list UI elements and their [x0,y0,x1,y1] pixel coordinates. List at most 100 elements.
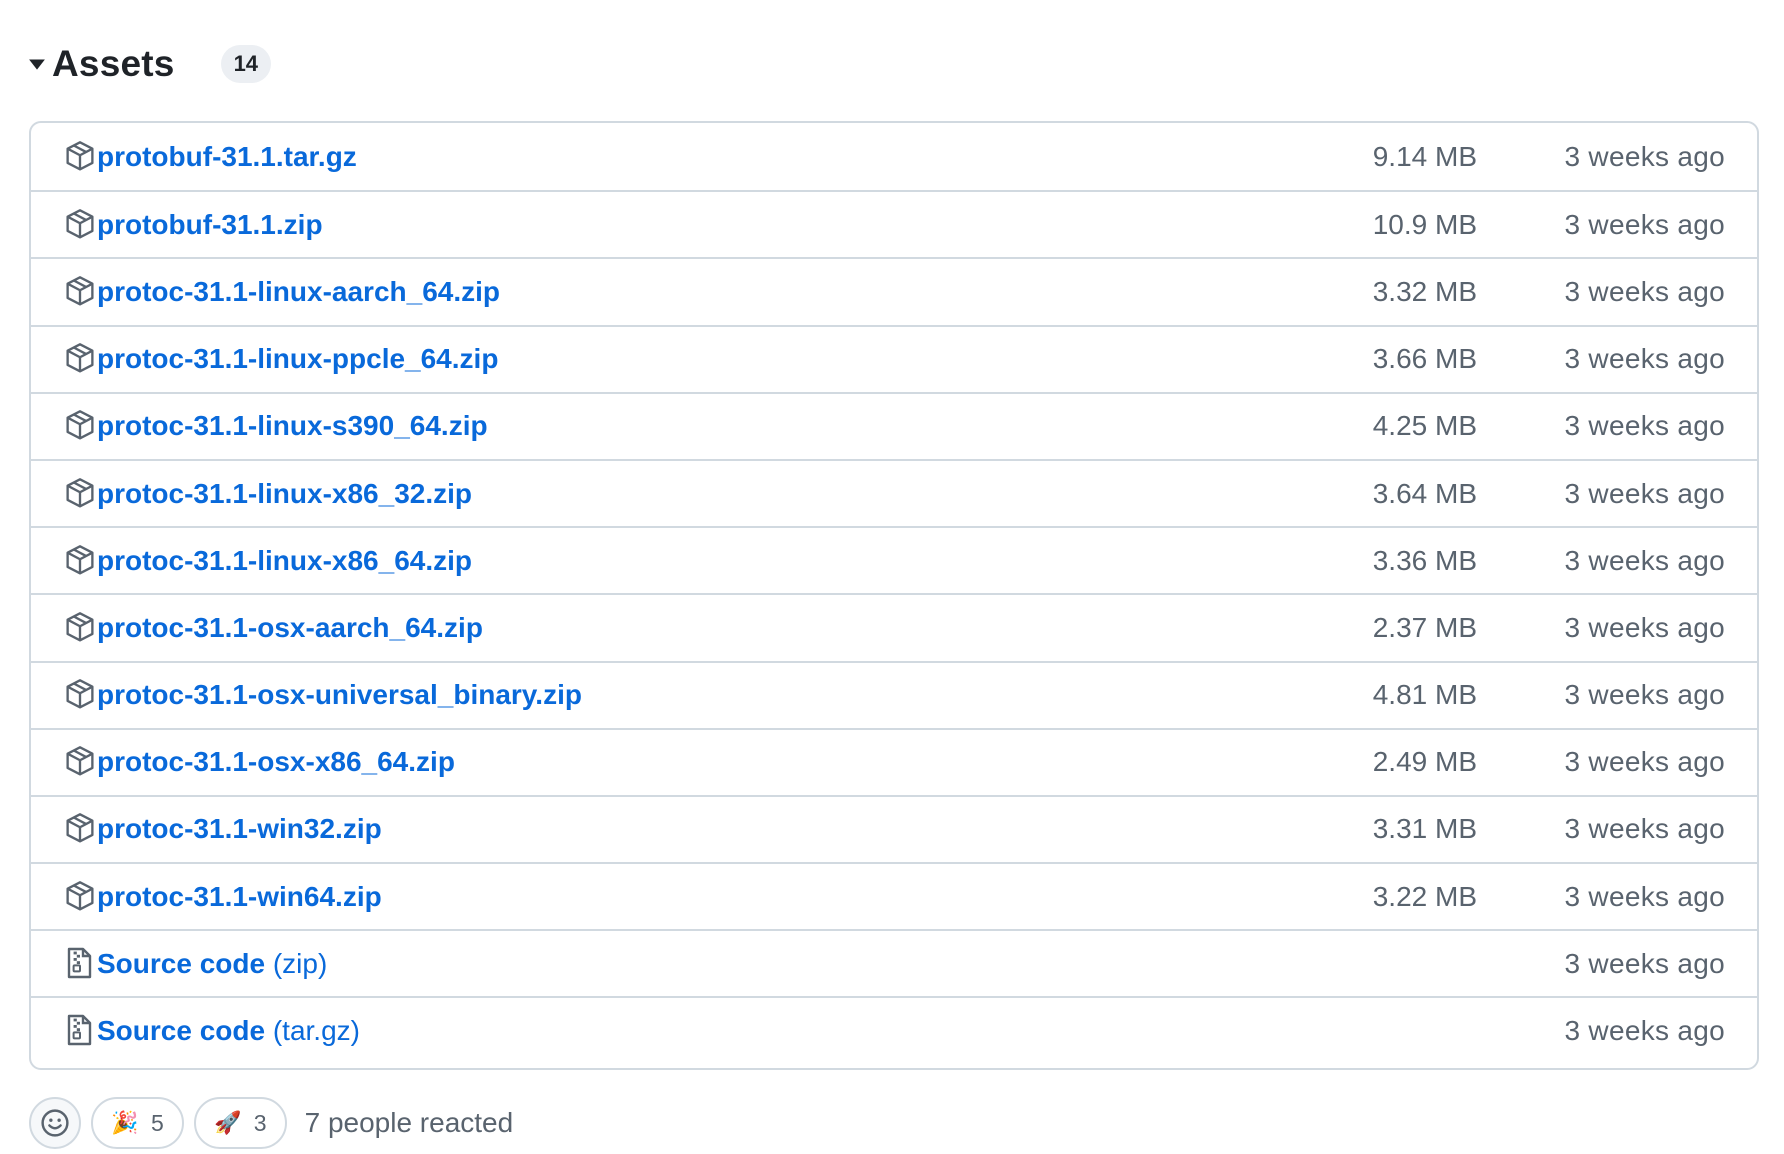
asset-download-link[interactable]: protoc-31.1-linux-aarch_64.zip [97,276,500,308]
caret-down-icon[interactable] [28,38,50,90]
asset-download-link[interactable]: protobuf-31.1.tar.gz [97,141,357,173]
asset-size: 4.25 MB [1372,410,1477,442]
asset-date: 3 weeks ago [1564,140,1725,172]
reaction-count: 5 [151,1109,164,1136]
asset-format: (tar.gz) [265,1015,360,1047]
package-icon [65,275,95,309]
asset-row: Source code (tar.gz) 3 weeks ago [31,996,1757,1063]
package-icon [65,611,95,645]
asset-name: protobuf-31.1.zip [97,208,323,240]
asset-name: protoc-31.1-osx-universal_binary.zip [97,679,582,711]
asset-name: protoc-31.1-osx-aarch_64.zip [97,611,483,643]
asset-name: protoc-31.1-linux-s390_64.zip [97,410,488,442]
reaction-count: 3 [253,1109,267,1136]
asset-date: 3 weeks ago [1564,544,1725,576]
asset-name: protobuf-31.1.tar.gz [97,140,357,172]
asset-date: 3 weeks ago [1564,611,1725,643]
add-reaction-button[interactable] [29,1097,81,1149]
file-zip-icon [65,1014,95,1048]
asset-row: protoc-31.1-osx-universal_binary.zip 4.81… [31,660,1757,728]
asset-download-link[interactable]: protobuf-31.1.zip [97,209,323,241]
asset-size: 3.31 MB [1372,813,1477,845]
asset-date: 3 weeks ago [1564,1015,1725,1047]
package-icon [65,812,95,846]
asset-date: 3 weeks ago [1564,343,1725,375]
asset-name: protoc-31.1-win32.zip [97,813,382,845]
asset-row: protoc-31.1-win64.zip 3.22 MB 3 weeks ago [31,862,1757,929]
asset-row: protoc-31.1-linux-ppcle_64.zip 3.66 MB 3 w… [31,324,1757,392]
asset-download-link[interactable]: protoc-31.1-linux-s390_64.zip [97,410,488,442]
asset-size: 10.9 MB [1372,208,1477,240]
asset-row: Source code (zip) 3 weeks ago [31,929,1757,996]
asset-download-link[interactable]: protoc-31.1-win32.zip [97,813,382,845]
asset-row: protobuf-31.1.tar.gz 9.14 MB 3 weeks ago [31,123,1757,190]
asset-download-link[interactable]: Source code (tar.gz) [97,1015,360,1047]
asset-size: 3.32 MB [1372,275,1477,307]
assets-header[interactable]: Assets 14 [28,38,272,90]
asset-date: 3 weeks ago [1564,275,1725,307]
release-assets-section: Assets 14 protobuf-31.1.tar.gz 9.14 MB 3 w… [0,0,1784,1154]
asset-size: 3.36 MB [1372,544,1477,576]
asset-size: 4.81 MB [1372,679,1477,711]
asset-row: protoc-31.1-osx-x86_64.zip 2.49 MB 3 weeks… [31,727,1757,795]
asset-name: protoc-31.1-win64.zip [97,880,382,912]
asset-name: protoc-31.1-osx-x86_64.zip [97,746,455,778]
package-icon [65,342,95,376]
asset-download-link[interactable]: protoc-31.1-osx-x86_64.zip [97,746,455,778]
asset-size: 2.49 MB [1372,746,1477,778]
package-icon [65,208,95,242]
assets-list: protobuf-31.1.tar.gz 9.14 MB 3 weeks ago pr… [29,121,1759,1070]
package-icon [65,544,95,578]
asset-date: 3 weeks ago [1564,208,1725,240]
tada-icon: 🎉 [111,1110,139,1135]
asset-download-link[interactable]: protoc-31.1-linux-ppcle_64.zip [97,343,498,375]
package-icon [65,477,95,511]
asset-row: protoc-31.1-linux-s390_64.zip 4.25 MB 3 we… [31,391,1757,459]
asset-date: 3 weeks ago [1564,813,1725,845]
asset-name: Source code [97,947,266,979]
asset-date: 3 weeks ago [1564,679,1725,711]
asset-row: protoc-31.1-win32.zip 3.31 MB 3 weeks ago [31,794,1757,862]
asset-size: 3.64 MB [1372,477,1477,509]
reaction-pills: 🎉 5 🚀 3 [81,1097,287,1149]
assets-title[interactable]: Assets [52,43,175,85]
reaction-tada-button[interactable]: 🎉 5 [91,1097,184,1149]
asset-name: protoc-31.1-linux-x86_64.zip [97,544,473,576]
asset-name: protoc-31.1-linux-x86_32.zip [97,477,473,509]
asset-row: protoc-31.1-linux-aarch_64.zip 3.32 MB 3 w… [31,257,1757,324]
asset-date: 3 weeks ago [1564,880,1725,912]
asset-size: 2.37 MB [1372,611,1477,643]
asset-size: 9.14 MB [1372,140,1477,172]
asset-row: protoc-31.1-osx-aarch_64.zip 2.37 MB 3 wee… [31,593,1757,660]
package-icon [65,880,95,914]
asset-name: protoc-31.1-linux-aarch_64.zip [97,275,501,307]
asset-size: 3.66 MB [1372,343,1477,375]
asset-date: 3 weeks ago [1564,746,1725,778]
package-icon [65,678,95,712]
package-icon [65,745,95,779]
package-icon [65,140,95,174]
smiley-icon [41,1109,69,1137]
package-icon [65,409,95,443]
assets-count-badge: 14 [220,45,272,83]
asset-format: (zip) [265,947,328,979]
asset-row: protoc-31.1-linux-x86_64.zip 3.36 MB 3 wee… [31,526,1757,593]
asset-download-link[interactable]: protoc-31.1-win64.zip [97,881,382,913]
asset-name: Source code [97,1015,266,1047]
reaction-rocket-button[interactable]: 🚀 3 [193,1097,287,1149]
asset-download-link[interactable]: protoc-31.1-osx-aarch_64.zip [97,612,483,644]
asset-download-link[interactable]: protoc-31.1-linux-x86_64.zip [97,545,472,577]
file-zip-icon [65,947,95,981]
asset-download-link[interactable]: protoc-31.1-linux-x86_32.zip [97,478,472,510]
asset-date: 3 weeks ago [1564,947,1725,979]
rocket-icon: 🚀 [214,1110,242,1135]
asset-download-link[interactable]: protoc-31.1-osx-universal_binary.zip [97,679,582,711]
asset-download-link[interactable]: Source code (zip) [97,948,327,980]
reaction-summary: 7 people reacted [304,1107,514,1138]
asset-row: protoc-31.1-linux-x86_32.zip 3.64 MB 3 wee… [31,458,1757,526]
asset-row: protobuf-31.1.zip 10.9 MB 3 weeks ago [31,190,1757,257]
asset-date: 3 weeks ago [1564,477,1725,509]
asset-name: protoc-31.1-linux-ppcle_64.zip [97,343,499,375]
asset-size: 3.22 MB [1372,880,1477,912]
reactions-bar: 🎉 5 🚀 3 7 people reacted [29,1097,514,1149]
